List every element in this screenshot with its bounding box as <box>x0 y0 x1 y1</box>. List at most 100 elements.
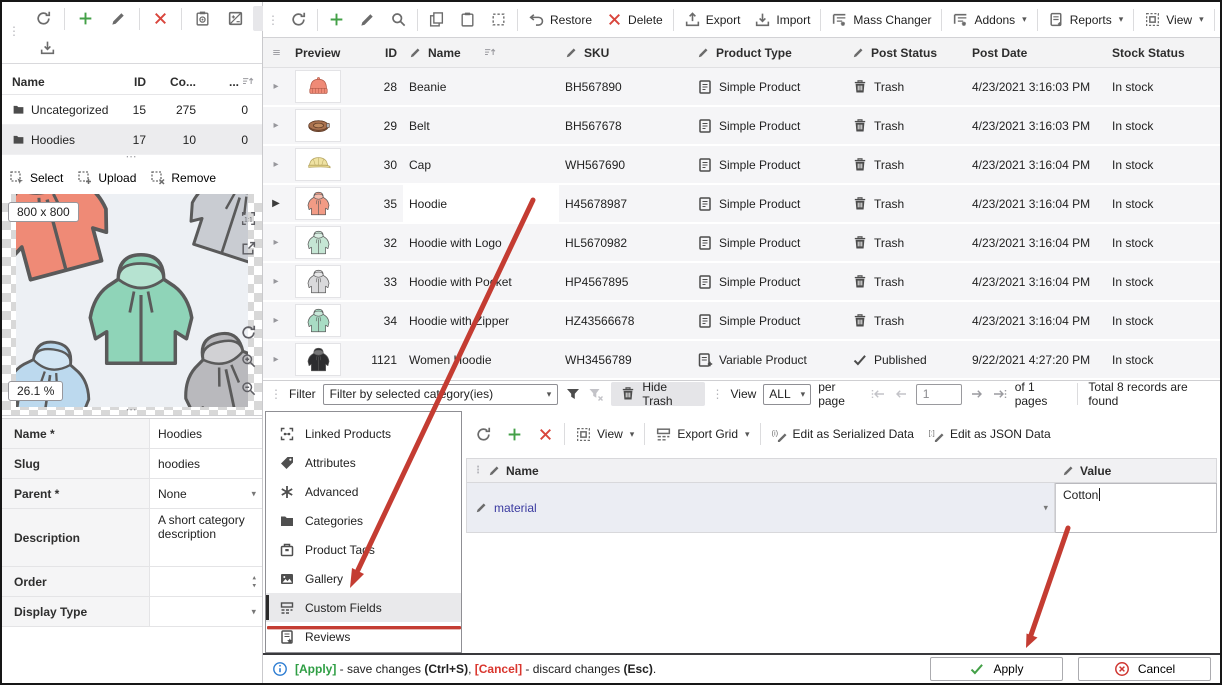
cell-post-status[interactable]: Trash <box>846 302 966 339</box>
cell-post-status[interactable]: Trash <box>846 68 966 105</box>
cell-post-status[interactable]: Trash <box>846 146 966 183</box>
tab-categories[interactable]: Categories <box>266 506 461 535</box>
plus-button[interactable] <box>70 6 101 31</box>
custom-field-name-cell[interactable]: material ▾ <box>466 483 1055 533</box>
col-post-status[interactable]: Post Status <box>846 46 966 60</box>
pencil-button[interactable] <box>103 6 134 31</box>
cell-product-type[interactable]: Simple Product <box>691 185 846 222</box>
property-value[interactable]: A short category description <box>150 509 262 566</box>
export-button[interactable]: Export <box>677 7 748 32</box>
property-value[interactable]: None <box>150 479 262 508</box>
product-thumbnail[interactable] <box>295 187 341 220</box>
clear-filter-icon[interactable] <box>588 386 604 402</box>
export-grid-button[interactable]: Export Grid▾ <box>1218 7 1222 32</box>
cell-sku[interactable]: BH567890 <box>559 68 691 105</box>
one-to-one-icon[interactable]: 1:1 <box>240 210 257 227</box>
col-product-type[interactable]: Product Type <box>691 46 846 60</box>
cell-post-status[interactable]: Trash <box>846 224 966 261</box>
tab-gallery[interactable]: Gallery <box>266 564 461 593</box>
edit-as-json-data-button[interactable]: [:]Edit as JSON Data <box>921 422 1058 447</box>
apply-button[interactable]: Apply <box>930 657 1063 681</box>
cell-name[interactable]: Women Hoodie <box>403 341 559 378</box>
toolbar-grip-icon[interactable]: ⋮ <box>712 387 724 401</box>
product-row[interactable]: ▸30CapWH567690Simple ProductTrash4/23/20… <box>263 146 1220 185</box>
category-row[interactable]: Uncategorized152750 <box>2 95 262 125</box>
filter-combo[interactable]: Filter by selected category(ies)▾ <box>323 384 559 405</box>
col-preview[interactable]: Preview <box>289 46 347 60</box>
property-value[interactable] <box>150 567 262 596</box>
cell-product-type[interactable]: Simple Product <box>691 302 846 339</box>
cell-stock-status[interactable]: In stock <box>1106 302 1220 339</box>
cell-name[interactable]: Hoodie <box>403 185 559 222</box>
cell-name[interactable]: Hoodie with Pocket <box>403 263 559 300</box>
cell-product-type[interactable]: Simple Product <box>691 146 846 183</box>
download-tray-button[interactable] <box>32 35 63 60</box>
remove-image-button[interactable]: Remove <box>147 168 219 188</box>
tab-advanced[interactable]: Advanced <box>266 477 461 506</box>
cell-sku[interactable]: H45678987 <box>559 185 691 222</box>
cell-stock-status[interactable]: In stock <box>1106 107 1220 144</box>
zoom-out-icon[interactable] <box>240 380 257 397</box>
cell-id[interactable]: 32 <box>347 224 403 261</box>
import-button[interactable]: Import <box>747 7 817 32</box>
col-category-name[interactable]: Name <box>12 75 120 89</box>
cell-sku[interactable]: HP4567895 <box>559 263 691 300</box>
close-button[interactable] <box>530 422 561 447</box>
cell-product-type[interactable]: Simple Product <box>691 263 846 300</box>
property-value[interactable]: Hoodies <box>150 419 262 448</box>
cell-sku[interactable]: WH567690 <box>559 146 691 183</box>
row-expander[interactable]: ▸ <box>263 224 289 261</box>
product-thumbnail[interactable] <box>295 109 341 142</box>
cell-name[interactable]: Belt <box>403 107 559 144</box>
cell-id[interactable]: 28 <box>347 68 403 105</box>
cell-id[interactable]: 30 <box>347 146 403 183</box>
cell-post-date[interactable]: 4/23/2021 3:16:03 PM <box>966 107 1106 144</box>
tab-reviews[interactable]: Reviews <box>266 622 461 651</box>
cell-post-date[interactable]: 4/23/2021 3:16:04 PM <box>966 146 1106 183</box>
col-post-date[interactable]: Post Date <box>966 46 1106 60</box>
rotate-icon[interactable] <box>240 324 257 341</box>
cell-sku[interactable]: HL5670982 <box>559 224 691 261</box>
col-sku[interactable]: SKU <box>559 46 691 60</box>
cell-product-type[interactable]: Simple Product <box>691 68 846 105</box>
export-grid-button[interactable]: Export Grid▾ <box>648 422 756 447</box>
chevron-down-icon[interactable]: ▾ <box>1043 503 1048 512</box>
col-stock-status[interactable]: Stock Status <box>1106 46 1220 60</box>
product-row[interactable]: ▸32Hoodie with LogoHL5670982Simple Produ… <box>263 224 1220 263</box>
toolbar-grip-icon[interactable]: ⋮ <box>267 13 279 27</box>
cell-stock-status[interactable]: In stock <box>1106 263 1220 300</box>
tab-custom-fields[interactable]: Custom Fields <box>266 593 461 622</box>
refresh-button[interactable] <box>28 6 59 31</box>
next-page-icon[interactable] <box>969 386 985 402</box>
cell-post-date[interactable]: 4/23/2021 3:16:04 PM <box>966 302 1106 339</box>
cell-stock-status[interactable]: In stock <box>1106 341 1220 378</box>
cell-post-date[interactable]: 4/23/2021 3:16:04 PM <box>966 224 1106 261</box>
edit-as-serialized-data-button[interactable]: (i)Edit as Serialized Data <box>764 422 921 447</box>
product-row[interactable]: ▸28BeanieBH567890Simple ProductTrash4/23… <box>263 68 1220 107</box>
row-expander[interactable]: ▸ <box>263 68 289 105</box>
row-expander[interactable]: ▸ <box>263 341 289 378</box>
cell-stock-status[interactable]: In stock <box>1106 185 1220 222</box>
cell-id[interactable]: 1121 <box>347 341 403 378</box>
product-row[interactable]: ▸33Hoodie with PocketHP4567895Simple Pro… <box>263 263 1220 302</box>
cell-post-status[interactable]: Published <box>846 341 966 378</box>
product-thumbnail[interactable] <box>295 343 341 376</box>
cell-name[interactable]: Hoodie with Logo <box>403 224 559 261</box>
mass-changer-button[interactable]: Mass Changer <box>824 7 938 32</box>
apply-filter-icon[interactable] <box>565 386 581 402</box>
cell-post-date[interactable]: 4/23/2021 3:16:04 PM <box>966 263 1106 300</box>
row-expander[interactable]: ▸ <box>263 107 289 144</box>
page-number-input[interactable] <box>916 384 962 405</box>
select-image-button[interactable]: Select <box>6 168 66 188</box>
cell-sku[interactable]: WH3456789 <box>559 341 691 378</box>
product-thumbnail[interactable] <box>295 70 341 103</box>
col-cf-value[interactable]: Value <box>1056 464 1216 478</box>
addons-button[interactable]: Addons▾ <box>945 7 1033 32</box>
product-row[interactable]: ▸34Hoodie with ZipperHZ43566678Simple Pr… <box>263 302 1220 341</box>
copy-button[interactable] <box>421 7 452 32</box>
tab-linked-products[interactable]: Linked Products <box>266 419 461 448</box>
view-button[interactable]: View▾ <box>568 422 641 447</box>
cell-id[interactable]: 29 <box>347 107 403 144</box>
cell-stock-status[interactable]: In stock <box>1106 68 1220 105</box>
tab-attributes[interactable]: Attributes <box>266 448 461 477</box>
